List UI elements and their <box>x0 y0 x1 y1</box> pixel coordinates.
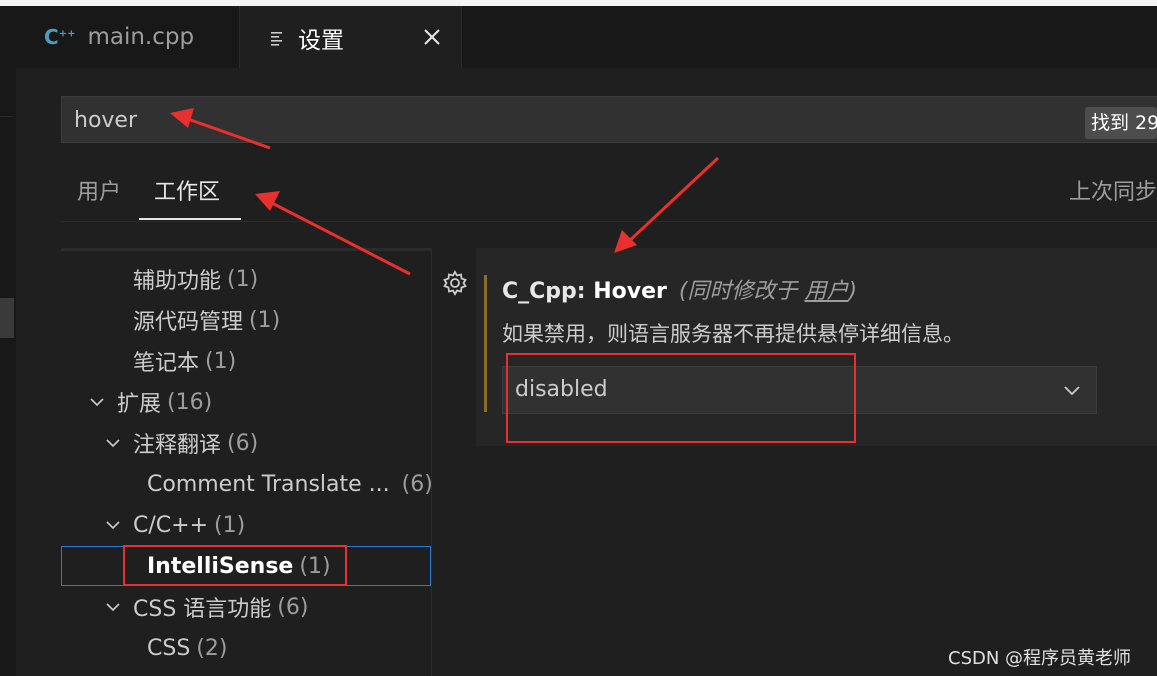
tab-workspace[interactable]: 工作区 <box>154 174 220 206</box>
toc-item-comment-translate-group[interactable]: 注释翻译 (6) <box>61 423 431 463</box>
cpp-file-icon: C++ <box>44 25 76 49</box>
settings-search-input[interactable] <box>74 103 1074 137</box>
dropdown-selected-value: disabled <box>515 377 608 402</box>
last-sync-status: 上次同步 <box>1069 180 1157 205</box>
hover-value-dropdown[interactable]: disabled <box>502 366 1097 414</box>
chevron-down-icon <box>90 398 104 407</box>
scope-tabs: 用户 工作区 上次同步 <box>61 160 1157 222</box>
setting-item-cpp-hover: C_Cpp: Hover (同时修改于 用户) 如果禁用，则语言服务器不再提供悬停… <box>476 248 1157 446</box>
tab-settings[interactable]: 设置 <box>240 6 462 68</box>
modified-in-user-link[interactable]: 用户 <box>804 279 848 304</box>
toc-item-css[interactable]: CSS (2) <box>61 628 431 668</box>
toc-item-source-control[interactable]: 源代码管理 (1) <box>61 300 431 340</box>
modified-indicator-bar <box>484 275 487 412</box>
tab-main-cpp-label: main.cpp <box>87 24 195 50</box>
toc-item-accessibility[interactable]: 辅助功能 (1) <box>61 259 431 299</box>
activity-gutter <box>0 6 16 676</box>
tab-settings-label: 设置 <box>298 28 344 54</box>
csdn-watermark: CSDN @程序员黄老师 <box>948 648 1132 669</box>
search-result-count-badge: 找到 29 <box>1085 107 1157 139</box>
chevron-down-icon <box>106 521 120 530</box>
settings-lines-icon <box>271 32 282 46</box>
setting-category: C_Cpp: <box>502 279 594 304</box>
close-icon[interactable] <box>421 26 443 48</box>
toc-item-extensions[interactable]: 扩展 (16) <box>61 382 431 422</box>
settings-search-box[interactable] <box>61 96 1157 143</box>
toc-item-css-language-features[interactable]: CSS 语言功能 (6) <box>61 587 431 627</box>
toc-item-notebook[interactable]: 笔记本 (1) <box>61 341 431 381</box>
gear-icon[interactable] <box>441 269 469 297</box>
editor-tab-bar: C++ main.cpp 设置 <box>16 6 1157 68</box>
toc-item-comment-translate[interactable]: Comment Translate ... (6) <box>61 464 433 504</box>
tab-main-cpp[interactable]: C++ main.cpp <box>16 6 240 68</box>
chevron-down-icon <box>106 603 120 612</box>
chevron-down-icon <box>1064 386 1080 396</box>
setting-description: 如果禁用，则语言服务器不再提供悬停详细信息。 <box>502 322 964 346</box>
tab-user[interactable]: 用户 <box>77 174 121 206</box>
toc-item-cpp[interactable]: C/C++ (1) <box>61 505 431 545</box>
active-tab-underline <box>139 218 241 220</box>
setting-title: C_Cpp: Hover (同时修改于 用户) <box>502 273 857 305</box>
modified-elsewhere-note: (同时修改于 用户) <box>678 279 858 304</box>
toc-divider <box>431 248 432 676</box>
gutter-highlight <box>0 298 14 338</box>
setting-name: Hover <box>593 279 667 304</box>
settings-toc-tree: 辅助功能 (1) 源代码管理 (1) 笔记本 (1) 扩展 (16) 注释翻译 (6) C… <box>61 248 433 676</box>
gutter-divider <box>0 116 14 117</box>
toc-item-intellisense[interactable]: IntelliSense (1) <box>61 546 431 586</box>
chevron-down-icon <box>106 439 120 448</box>
